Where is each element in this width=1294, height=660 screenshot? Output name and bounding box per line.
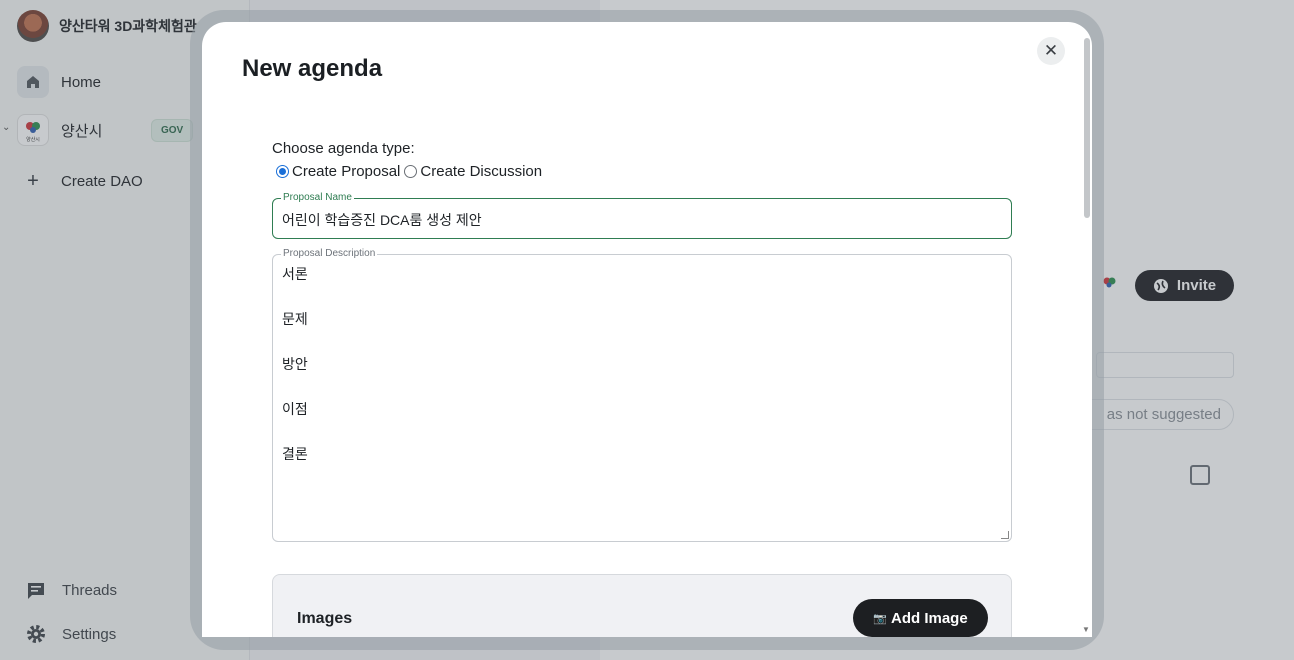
proposal-description-field[interactable]: Proposal Description 서론 문제 방안 이점 결론 — [272, 248, 1012, 542]
scroll-down-arrow-icon[interactable]: ▼ — [1082, 625, 1090, 634]
resize-handle-icon[interactable] — [1001, 531, 1009, 539]
description-line: 결론 — [282, 446, 308, 462]
proposal-description-text[interactable]: 서론 문제 방안 이점 결론 — [282, 265, 308, 490]
agenda-type-radio-group: Create Proposal Create Discussion — [276, 163, 546, 180]
add-image-button[interactable]: 📷 Add Image — [853, 599, 988, 637]
modal-scrollbar[interactable] — [1084, 38, 1090, 218]
description-line: 이점 — [282, 401, 308, 417]
radio-label: Create Discussion — [420, 163, 543, 180]
images-label: Images — [297, 610, 353, 627]
agenda-type-label: Choose agenda type: — [272, 140, 415, 157]
proposal-name-field[interactable]: Proposal Name 어린이 학습증진 DCA룸 생성 제안 — [272, 192, 1012, 239]
radio-button-checked[interactable] — [276, 165, 289, 178]
close-icon: ✕ — [1043, 41, 1059, 60]
proposal-description-label: Proposal Description — [281, 248, 378, 260]
proposal-name-value[interactable]: 어린이 학습증진 DCA룸 생성 제안 — [282, 210, 482, 230]
radio-label: Create Proposal — [292, 163, 401, 180]
radio-button[interactable] — [404, 165, 418, 178]
description-line: 방안 — [282, 356, 308, 372]
images-section: Images 📷 Add Image — [272, 574, 1012, 637]
description-line: 문제 — [282, 311, 308, 327]
close-button[interactable]: ✕ — [1037, 37, 1065, 65]
radio-create-proposal[interactable]: Create Proposal — [276, 163, 400, 180]
proposal-name-label: Proposal Name — [281, 192, 354, 204]
modal-title: New agenda — [242, 55, 383, 82]
radio-create-discussion[interactable]: Create Discussion — [404, 163, 542, 180]
add-image-label: Add Image — [891, 609, 968, 627]
camera-icon: 📷 — [873, 612, 887, 625]
description-line: 서론 — [282, 266, 308, 282]
new-agenda-modal: New agenda ✕ ▼ Choose agenda type: Creat… — [202, 22, 1092, 637]
